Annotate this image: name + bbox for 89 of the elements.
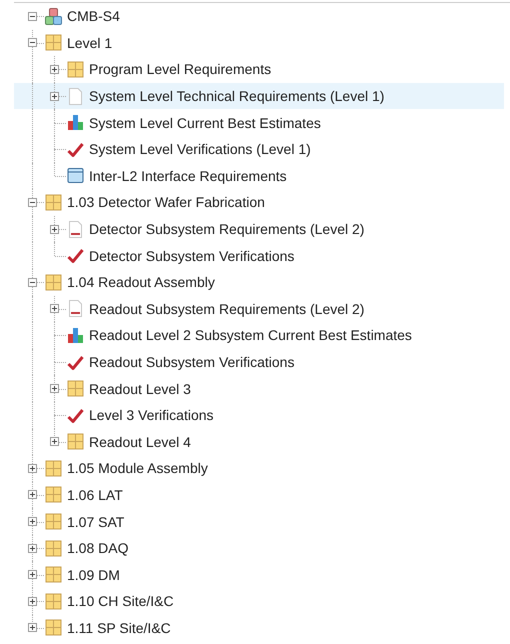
grid-folder-icon xyxy=(45,274,62,291)
tree-item[interactable]: Readout Level 2 Subsystem Current Best Estimates xyxy=(0,322,504,349)
expand-icon[interactable] xyxy=(50,384,59,394)
item-label: Readout Subsystem Requirements (Level 2) xyxy=(89,300,364,317)
grid-folder-icon xyxy=(45,513,62,530)
item-label: System Level Current Best Estimates xyxy=(89,114,321,131)
collapse-icon[interactable] xyxy=(28,198,37,207)
tree-item[interactable]: Readout Level 3 xyxy=(0,375,504,402)
item-label: Readout Level 3 xyxy=(89,380,191,397)
tree-item[interactable]: Program Level Requirements xyxy=(0,56,504,83)
expand-icon[interactable] xyxy=(28,596,37,606)
tree-item[interactable]: 1.06 LAT xyxy=(0,482,504,508)
grid-folder-icon xyxy=(45,619,62,636)
expand-icon[interactable] xyxy=(28,464,37,473)
tree-item[interactable]: 1.08 DAQ xyxy=(0,534,504,562)
tree-item[interactable]: System Level Current Best Estimates xyxy=(0,109,504,136)
item-label: 1.07 SAT xyxy=(67,514,124,530)
item-label: 1.09 DM xyxy=(67,566,120,583)
expand-icon[interactable] xyxy=(28,570,37,580)
grid-folder-icon xyxy=(45,486,62,504)
window-icon xyxy=(67,167,84,184)
tree-item[interactable]: Detector Subsystem Verifications xyxy=(0,242,504,269)
item-label: System Level Verifications (Level 1) xyxy=(89,141,311,158)
document-icon xyxy=(67,88,84,105)
tree-item[interactable]: Readout Subsystem Requirements (Level 2) xyxy=(0,296,504,322)
expand-icon[interactable] xyxy=(28,490,37,500)
item-label: Detector Subsystem Verifications xyxy=(89,248,294,264)
checkmark-icon xyxy=(67,140,84,158)
grid-folder-icon xyxy=(45,34,62,52)
grid-folder-icon xyxy=(45,540,62,557)
expand-icon[interactable] xyxy=(50,304,59,314)
expand-icon[interactable] xyxy=(50,92,59,101)
tree-item[interactable]: Detector Subsystem Requirements (Level 2) xyxy=(0,216,504,242)
item-label: 1.04 Readout Assembly xyxy=(67,274,215,290)
expand-icon[interactable] xyxy=(28,623,37,632)
grid-folder-icon xyxy=(45,460,62,477)
item-label: System Level Technical Requirements (Level 1) xyxy=(89,88,384,104)
tree-item[interactable]: Level 1 xyxy=(0,30,504,56)
grid-folder-icon xyxy=(45,592,62,610)
item-label: Inter-L2 Interface Requirements xyxy=(89,168,287,184)
document-icon xyxy=(67,300,84,318)
blocks-icon xyxy=(45,8,62,25)
tree-item[interactable]: 1.10 CH Site/I&C xyxy=(0,588,504,615)
tree-item[interactable]: System Level Verifications (Level 1) xyxy=(0,136,504,163)
bar-chart-icon xyxy=(67,326,84,344)
tree-item[interactable]: Level 3 Verifications xyxy=(0,402,504,428)
collapse-icon[interactable] xyxy=(28,12,37,21)
item-label: Program Level Requirements xyxy=(89,61,272,78)
grid-folder-icon xyxy=(45,566,62,584)
item-label: 1.03 Detector Wafer Fabrication xyxy=(67,194,265,210)
tree-item[interactable]: System Level Technical Requirements (Level 1) xyxy=(14,82,504,110)
bar-chart-icon xyxy=(67,114,84,132)
document-icon xyxy=(67,220,84,238)
item-label: CMB-S4 xyxy=(67,8,120,24)
tree-item[interactable]: Readout Level 4 xyxy=(0,428,504,456)
expand-icon[interactable] xyxy=(28,544,37,553)
tree-item[interactable]: 1.03 Detector Wafer Fabrication xyxy=(0,189,504,216)
item-label: Readout Subsystem Verifications xyxy=(89,354,294,370)
checkmark-icon xyxy=(67,406,84,424)
expand-icon[interactable] xyxy=(50,224,59,234)
item-label: 1.08 DAQ xyxy=(67,540,128,556)
item-label: Readout Level 4 xyxy=(89,434,191,450)
grid-folder-icon xyxy=(67,380,84,398)
item-label: Level 3 Verifications xyxy=(89,407,214,424)
checkmark-icon xyxy=(67,354,84,371)
tree-item[interactable]: 1.07 SAT xyxy=(0,508,504,535)
tree-item[interactable]: 1.04 Readout Assembly xyxy=(0,268,504,296)
collapse-icon[interactable] xyxy=(28,278,37,287)
grid-folder-icon xyxy=(67,433,84,450)
grid-folder-icon xyxy=(45,194,62,211)
item-label: Readout Level 2 Subsystem Current Best Estimates xyxy=(89,327,412,344)
tree-item[interactable]: Readout Subsystem Verifications xyxy=(0,348,504,376)
item-label: 1.11 SP Site/I&C xyxy=(67,620,171,636)
item-label: Level 1 xyxy=(67,34,112,51)
item-label: Detector Subsystem Requirements (Level 2) xyxy=(89,221,364,238)
collapse-icon[interactable] xyxy=(28,38,37,48)
expand-icon[interactable] xyxy=(28,517,37,526)
grid-folder-icon xyxy=(67,60,84,78)
tree-item[interactable]: 1.09 DM xyxy=(0,561,504,588)
expand-icon[interactable] xyxy=(50,437,59,446)
checkmark-icon xyxy=(67,247,84,264)
tree-item[interactable]: 1.05 Module Assembly xyxy=(0,455,504,482)
item-label: 1.05 Module Assembly xyxy=(67,460,208,476)
item-label: 1.10 CH Site/I&C xyxy=(67,593,174,610)
tree-item[interactable]: Inter-L2 Interface Requirements xyxy=(0,162,504,190)
item-label: 1.06 LAT xyxy=(67,486,123,503)
expand-icon[interactable] xyxy=(50,64,59,74)
tree-item[interactable]: 1.11 SP Site/I&C xyxy=(0,614,504,642)
tree-item[interactable]: CMB-S4 xyxy=(0,3,504,30)
